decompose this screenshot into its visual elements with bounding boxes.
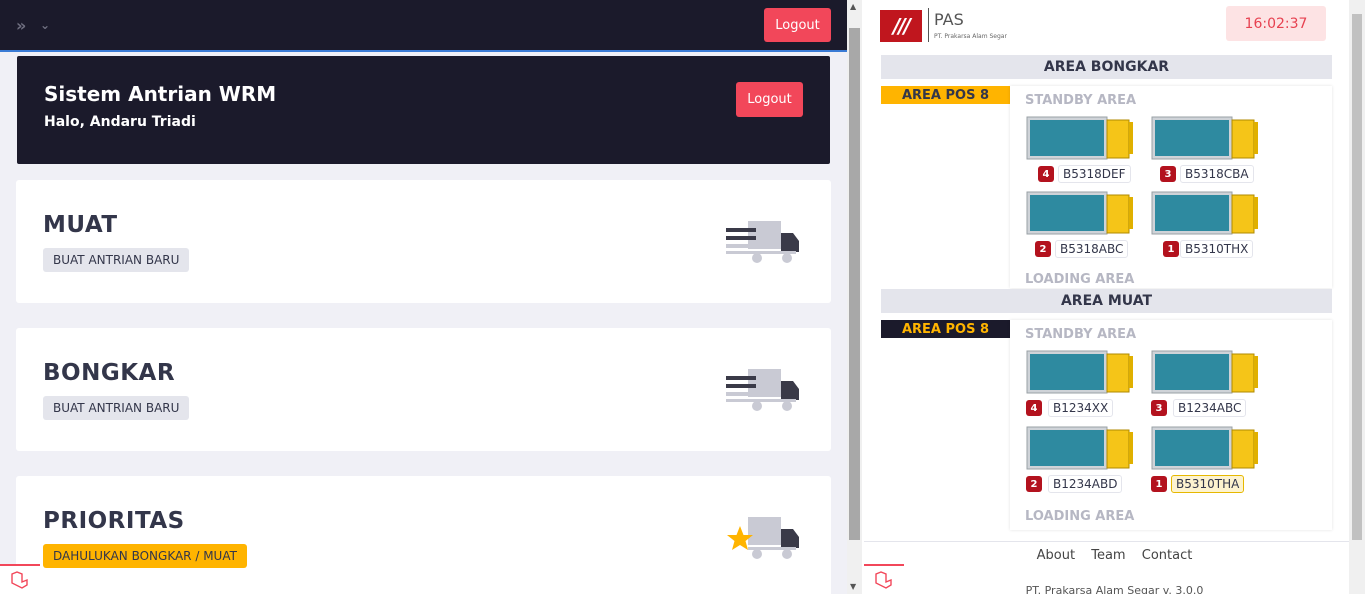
standby-area-label: STANDBY AREA — [1025, 327, 1137, 342]
truck-icon — [726, 369, 799, 411]
card-prioritas[interactable]: PRIORITAS DAHULUKAN BONGKAR / MUAT — [16, 476, 831, 594]
truck-icon — [1151, 426, 1258, 470]
banner-logout-button[interactable]: Logout — [736, 82, 803, 117]
panel-bongkar: STANDBY AREA 4 B5318DEF 3 B5318CBA 2 B53… — [1010, 86, 1332, 288]
scrollbar-thumb[interactable] — [1352, 14, 1362, 540]
loading-area-label: LOADING AREA — [1025, 272, 1135, 287]
queue-number-badge: 4 — [1038, 166, 1054, 182]
queue-slot: 1 B5310THX — [1151, 191, 1263, 261]
section-header-bongkar: AREA BONGKAR — [881, 55, 1332, 79]
laravel-icon[interactable] — [864, 564, 904, 594]
pos-tag-bongkar: AREA POS 8 — [881, 86, 1010, 104]
footer-copyright: PT. Prakarsa Alam Segar v. 3.0.0 — [1025, 584, 1204, 594]
plate-number: B5318ABC — [1055, 240, 1129, 258]
logout-button[interactable]: Logout — [764, 8, 831, 42]
plate-number: B5318DEF — [1058, 165, 1131, 183]
queue-app-window: » ⌄ Logout Sistem Antrian WRM Halo, Anda… — [0, 0, 862, 594]
plate-number-highlighted: B5310THA — [1171, 475, 1245, 493]
queue-number-badge: 3 — [1160, 166, 1176, 182]
panel-muat: STANDBY AREA 4 B1234XX 3 B1234ABC 2 B123… — [1010, 320, 1332, 530]
queue-number-badge: 2 — [1035, 241, 1051, 257]
queue-slot: 3 B1234ABC — [1151, 350, 1263, 420]
queue-slot: 2 B1234ABD — [1026, 426, 1138, 496]
welcome-banner: Sistem Antrian WRM Halo, Andaru Triadi L… — [17, 56, 830, 164]
queue-number-badge: 2 — [1026, 476, 1042, 492]
footer-divider — [864, 541, 1365, 542]
app-title: Sistem Antrian WRM — [44, 82, 277, 106]
card-title: MUAT — [43, 212, 118, 238]
left-scrollbar[interactable]: ▲ ▼ — [847, 0, 862, 594]
queue-number-badge: 4 — [1026, 400, 1042, 416]
plate-number: B1234ABC — [1173, 399, 1247, 417]
top-navbar: » ⌄ Logout — [0, 0, 847, 52]
standby-area-label: STANDBY AREA — [1025, 93, 1137, 108]
queue-number-badge: 1 — [1151, 476, 1167, 492]
queue-slot: 3 B5318CBA — [1151, 116, 1263, 186]
truck-icon — [1026, 350, 1133, 394]
queue-slot: 1 B5310THA — [1151, 426, 1263, 496]
display-board-window: /// PAS PT. Prakarsa Alam Segar 16:02:37… — [864, 0, 1365, 594]
footer-link-about[interactable]: About — [1037, 548, 1075, 563]
truck-icon — [726, 221, 799, 263]
queue-number-badge: 1 — [1163, 241, 1179, 257]
new-queue-button[interactable]: BUAT ANTRIAN BARU — [43, 248, 190, 272]
new-queue-button[interactable]: BUAT ANTRIAN BARU — [43, 396, 190, 420]
priority-queue-button[interactable]: DAHULUKAN BONGKAR / MUAT — [43, 544, 247, 568]
truck-star-icon — [727, 517, 799, 559]
section-header-muat: AREA MUAT — [881, 289, 1332, 313]
clock-display: 16:02:37 — [1226, 6, 1326, 41]
brand-name: PAS — [934, 10, 964, 29]
plate-number: B1234XX — [1048, 399, 1114, 417]
truck-icon — [1151, 350, 1258, 394]
company-logo: /// — [880, 10, 922, 42]
truck-icon — [1026, 426, 1133, 470]
laravel-icon[interactable] — [0, 564, 40, 594]
right-scrollbar[interactable] — [1349, 0, 1365, 594]
footer-links: About Team Contact — [864, 548, 1365, 563]
queue-number-badge: 3 — [1151, 400, 1167, 416]
footer-link-contact[interactable]: Contact — [1142, 548, 1193, 563]
card-bongkar[interactable]: BONGKAR BUAT ANTRIAN BARU — [16, 328, 831, 451]
card-muat[interactable]: MUAT BUAT ANTRIAN BARU — [16, 180, 831, 303]
truck-icon — [1026, 116, 1133, 160]
double-chevron-right-icon[interactable]: » — [16, 16, 26, 35]
scrollbar-thumb[interactable] — [849, 28, 860, 540]
truck-icon — [1151, 116, 1258, 160]
queue-slot: 4 B1234XX — [1026, 350, 1138, 420]
card-title: PRIORITAS — [43, 508, 185, 534]
footer-link-team[interactable]: Team — [1091, 548, 1125, 563]
pos-tag-muat: AREA POS 8 — [881, 320, 1010, 338]
logo-divider — [928, 8, 929, 42]
plate-number: B5310THX — [1180, 240, 1254, 258]
truck-icon — [1151, 191, 1258, 235]
queue-slot: 4 B5318DEF — [1026, 116, 1138, 186]
scroll-down-arrow-icon[interactable]: ▼ — [850, 582, 856, 591]
truck-icon — [1026, 191, 1133, 235]
plate-number: B5318CBA — [1180, 165, 1254, 183]
queue-slot: 2 B5318ABC — [1026, 191, 1138, 261]
plate-number: B1234ABD — [1048, 475, 1123, 493]
user-greeting: Halo, Andaru Triadi — [44, 114, 196, 130]
loading-area-label: LOADING AREA — [1025, 509, 1135, 524]
brand-subtitle: PT. Prakarsa Alam Segar — [934, 33, 1007, 40]
card-title: BONGKAR — [43, 360, 176, 386]
chevron-down-icon[interactable]: ⌄ — [40, 18, 50, 32]
scroll-up-arrow-icon[interactable]: ▲ — [850, 2, 856, 11]
